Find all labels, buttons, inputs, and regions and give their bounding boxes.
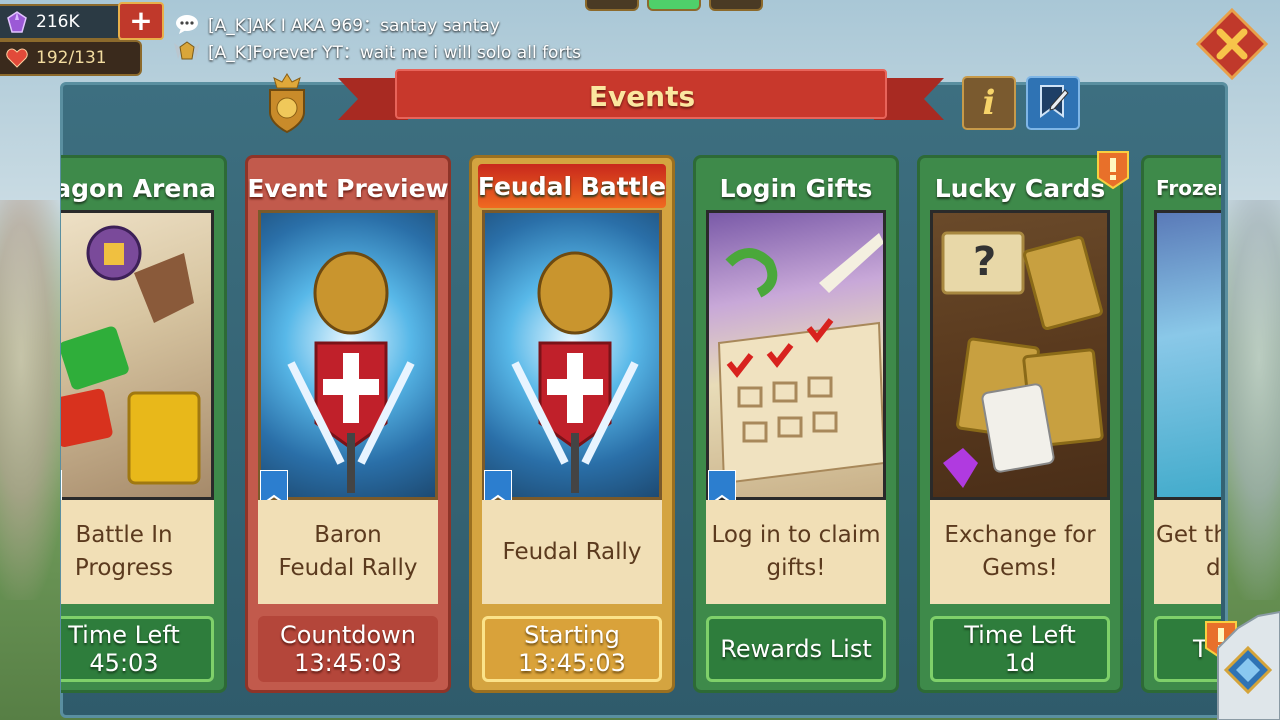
card-title: ragon Arena (61, 173, 216, 203)
card-description: Log in to claim gifts! (706, 500, 886, 604)
heart-icon (6, 47, 28, 69)
timer-value: 1d (1004, 649, 1036, 677)
event-card[interactable]: Lucky Cards ? Exchange for Gems! Time Lef… (917, 155, 1123, 693)
card-title: Event Preview (247, 173, 449, 203)
page-dot (709, 0, 763, 11)
chat-line[interactable]: [A_K]AK I AKA 969：santay santay (172, 11, 500, 36)
timer-label: Time Left (964, 621, 1076, 649)
card-title: Frozen (1156, 176, 1221, 200)
health-counter: 192/131 (0, 40, 142, 76)
card-art (706, 210, 886, 500)
page-dot (585, 0, 639, 11)
card-art (1154, 210, 1221, 500)
card-description: Baron Feudal Rally (258, 500, 438, 604)
card-art (61, 210, 214, 500)
card-description: Feudal Rally (482, 500, 662, 604)
card-art: ? (930, 210, 1110, 500)
chat-text: [A_K]Forever YT：wait me i will solo all … (208, 43, 581, 63)
chat-line[interactable]: [A_K]Forever YT：wait me i will solo all … (172, 38, 581, 63)
card-timer[interactable]: Time Left 45:03 (61, 616, 214, 682)
timer-label: Time Left (68, 621, 180, 649)
timer-label: Rewards List (720, 635, 872, 663)
svg-text:?: ? (973, 239, 996, 285)
chat-text: [A_K]AK I AKA 969：santay santay (208, 16, 500, 36)
crest-icon[interactable] (262, 72, 312, 136)
page-indicator (585, 0, 763, 11)
rewards-list-button[interactable]: Rewards List (706, 616, 886, 682)
add-gems-button[interactable]: + (118, 2, 164, 40)
gems-counter: 216K (0, 4, 124, 40)
health-value: 192/131 (36, 48, 107, 68)
card-timer[interactable]: Starting 13:45:03 (482, 616, 662, 682)
card-description: Battle In Progress (61, 500, 214, 604)
card-timer[interactable]: Time Left 1d (930, 616, 1110, 682)
alert-icon (1097, 151, 1129, 190)
card-title: Feudal Battle (478, 164, 666, 208)
notes-icon (1037, 84, 1069, 122)
timer-value: 13:45:03 (294, 649, 402, 677)
info-button[interactable]: i (962, 76, 1016, 130)
card-title: Login Gifts (719, 173, 873, 203)
timer-value: 45:03 (89, 649, 159, 677)
gems-value: 216K (36, 12, 80, 32)
card-description: Exchange for Gems! (930, 500, 1110, 604)
card-art (482, 210, 662, 500)
page-dot-active (647, 0, 701, 11)
card-art (258, 210, 438, 500)
panel-title: Events (588, 79, 696, 113)
notes-button[interactable] (1026, 76, 1080, 130)
event-card[interactable]: Event Preview Baron Feudal Rally Countdow… (245, 155, 451, 693)
card-title: Lucky Cards (934, 173, 1106, 203)
close-button[interactable] (1196, 8, 1268, 80)
quests-button[interactable] (1198, 608, 1280, 720)
card-timer[interactable]: Countdown 13:45:03 (258, 616, 438, 682)
event-card[interactable]: ragon Arena Battle InProgress Time Left … (61, 155, 227, 693)
timer-label: Starting (524, 621, 620, 649)
rank-badge-icon (172, 40, 202, 62)
timer-label: Countdown (279, 621, 417, 649)
event-card[interactable]: Feudal Battle Feudal Rally Starting 13:4… (469, 155, 675, 693)
timer-value: 13:45:03 (518, 649, 626, 677)
gem-icon (6, 11, 28, 33)
card-description: Get th d (1154, 500, 1221, 604)
event-card[interactable]: Login Gifts Log in to claimgifts! Rewar (693, 155, 899, 693)
events-carousel[interactable]: ragon Arena Battle InProgress Time Left … (61, 150, 1221, 695)
chat-bubble-icon (172, 13, 202, 35)
